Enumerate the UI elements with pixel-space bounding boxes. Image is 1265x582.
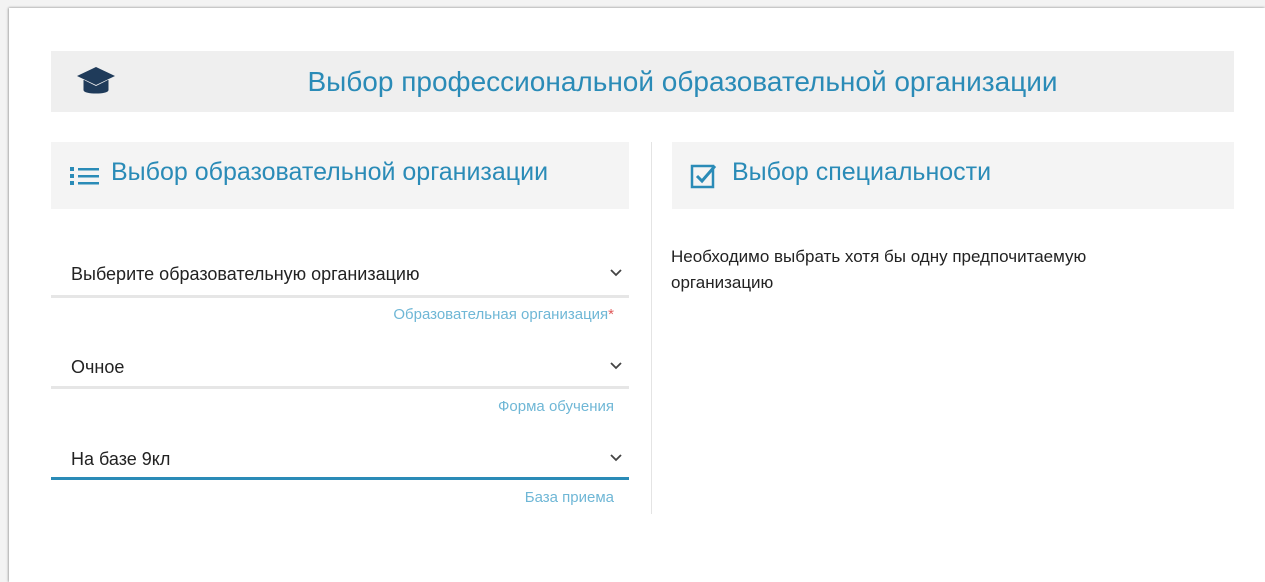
checkbox-checked-icon xyxy=(690,164,717,189)
chevron-down-icon[interactable] xyxy=(609,359,623,373)
specialty-message: Необходимо выбрать хотя бы одну предпочи… xyxy=(671,247,1087,292)
required-mark: * xyxy=(608,306,614,323)
admission-base-select[interactable]: На базе 9кл База приема xyxy=(51,449,629,509)
page-header: Выбор профессиональной образовательной о… xyxy=(51,51,1234,112)
chevron-down-icon[interactable] xyxy=(609,451,623,465)
list-icon xyxy=(70,167,99,185)
study-form-underline xyxy=(51,386,629,389)
org-select-value: Выберите образовательную организацию xyxy=(71,264,420,284)
org-select-label: Образовательная организация* xyxy=(393,306,614,323)
study-form-select[interactable]: Очное Форма обучения xyxy=(51,357,629,415)
page-frame: Выбор профессиональной образовательной о… xyxy=(9,8,1265,582)
admission-base-value: На базе 9кл xyxy=(71,449,171,469)
admission-base-underline xyxy=(51,477,629,480)
org-section-title: Выбор образовательной организации xyxy=(111,158,549,186)
org-section-header: Выбор образовательной организации xyxy=(51,142,629,209)
chevron-down-icon[interactable] xyxy=(609,266,623,280)
study-form-value: Очное xyxy=(71,357,125,377)
specialty-section-title: Выбор специальности xyxy=(732,158,992,186)
page-title: Выбор профессиональной образовательной о… xyxy=(307,66,1058,97)
study-form-label: Форма обучения xyxy=(498,398,614,415)
specialty-section-header: Выбор специальности xyxy=(672,142,1234,209)
column-divider xyxy=(651,142,652,514)
org-select-underline xyxy=(51,295,629,298)
admission-base-label: База приема xyxy=(524,489,614,506)
org-select[interactable]: Выберите образовательную организацию Обр… xyxy=(51,264,629,323)
